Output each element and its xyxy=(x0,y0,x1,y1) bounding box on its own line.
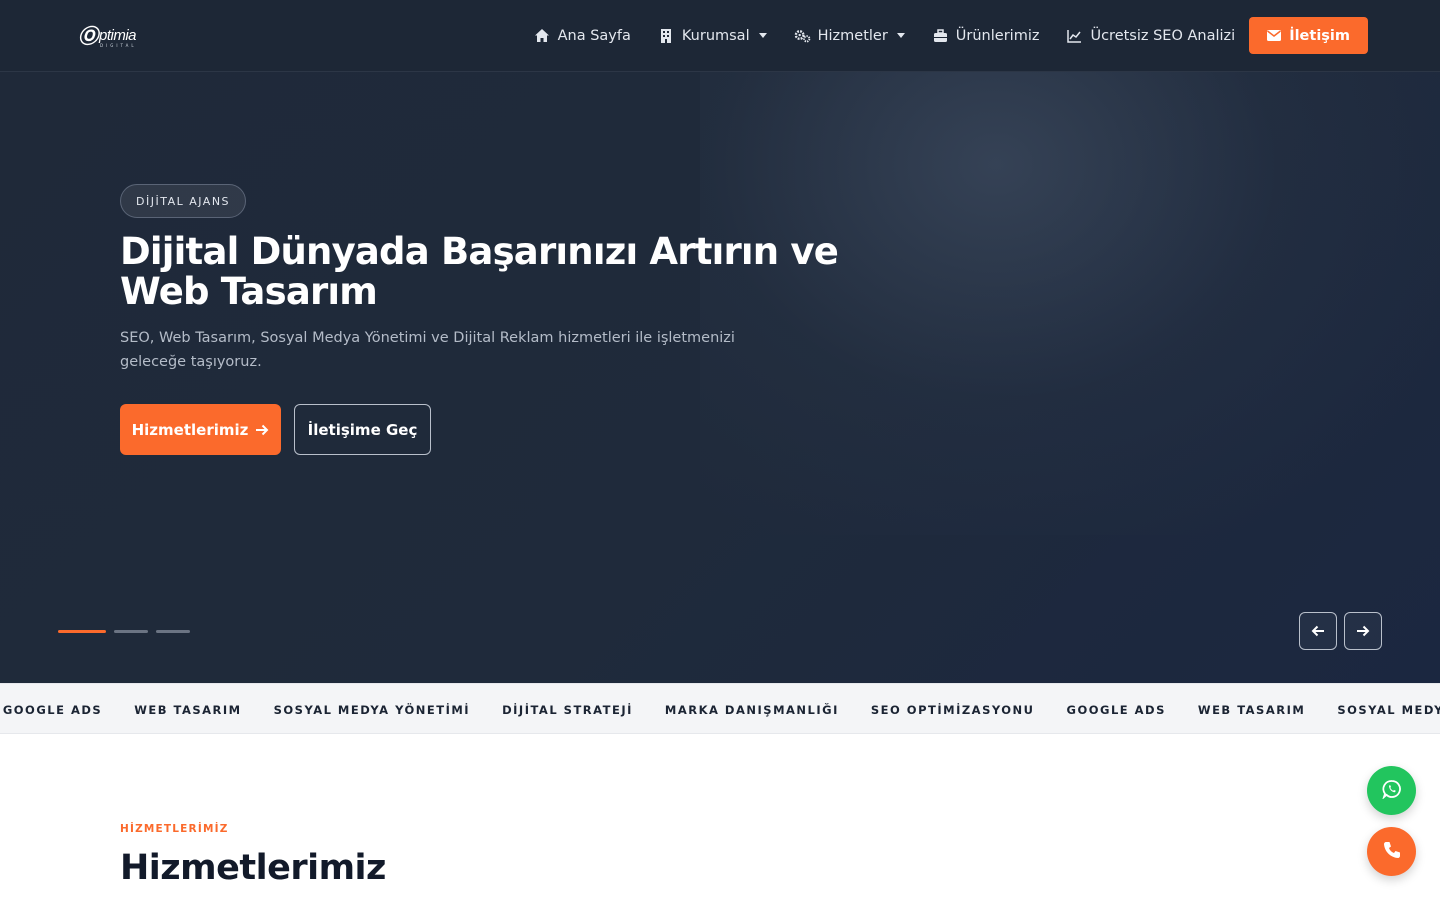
section-kicker: HİZMETLERİMİZ xyxy=(120,823,229,835)
slide-dot-2[interactable] xyxy=(114,630,148,633)
nav-item-services-label: Hizmetler xyxy=(817,27,888,44)
services-ticker: U GOOGLE ADS WEB TASARIM SOSYAL MEDYA YÖ… xyxy=(0,683,1440,734)
nav-item-home[interactable]: Ana Sayfa xyxy=(534,27,631,44)
chevron-down-icon xyxy=(896,33,905,38)
hero-title: Dijital Dünyada Başarınızı Artırın ve We… xyxy=(120,230,839,313)
ticker-track: U GOOGLE ADS WEB TASARIM SOSYAL MEDYA YÖ… xyxy=(0,684,1440,733)
services-button[interactable]: Hizmetlerimiz xyxy=(120,404,281,455)
hero-slider: DİJİTAL AJANS Dijital Dünyada Başarınızı… xyxy=(0,72,1440,683)
nav-item-corporate-label: Kurumsal xyxy=(681,27,750,44)
slider-next-button[interactable] xyxy=(1344,612,1382,650)
nav-item-services[interactable]: Hizmetler xyxy=(794,27,905,44)
logo-subtext: DIGITAL xyxy=(100,43,137,48)
building-icon xyxy=(658,27,675,44)
ticker-item: WEB TASARIM xyxy=(134,702,242,717)
slide-dot-1[interactable] xyxy=(58,630,106,633)
ticker-item: SOSYAL MEDYA YÖNETİMİ xyxy=(273,702,471,717)
slider-prev-button[interactable] xyxy=(1299,612,1337,650)
home-icon xyxy=(534,27,551,44)
logo[interactable]: Ⓞ ptimia DIGITAL xyxy=(78,24,137,48)
logo-mark-icon: Ⓞ xyxy=(78,24,98,48)
ticker-item: SOSYAL MEDYA YÖNETİMİ xyxy=(1337,702,1440,717)
arrow-right-icon xyxy=(1356,622,1370,641)
nav-item-seo-analysis-label: Ücretsiz SEO Analizi xyxy=(1090,27,1236,44)
slider-pagination xyxy=(58,630,198,633)
gears-icon xyxy=(794,27,811,44)
section-title: Hizmetlerimiz xyxy=(120,848,386,888)
contact-button-label: İletişim xyxy=(1289,27,1350,44)
nav-item-corporate[interactable]: Kurumsal xyxy=(658,27,767,44)
ticker-item: SEO OPTİMİZASYONU xyxy=(870,702,1035,717)
services-button-label: Hizmetlerimiz xyxy=(131,420,249,439)
ticker-item: WEB TASARIM xyxy=(1197,702,1306,717)
hero-badge: DİJİTAL AJANS xyxy=(120,184,247,218)
chart-line-icon xyxy=(1066,27,1083,44)
nav-item-products[interactable]: Ürünlerimiz xyxy=(932,27,1040,44)
contact-us-button-label: İletişime Geç xyxy=(307,420,418,439)
whatsapp-button[interactable] xyxy=(1367,766,1416,815)
contact-us-button[interactable]: İletişime Geç xyxy=(294,404,431,455)
ticker-item: MARKA DANIŞMANLIĞI xyxy=(664,702,839,717)
arrow-left-icon xyxy=(1311,622,1325,641)
main-nav: Ana Sayfa Kurumsal Hizmetler Ürünlerimiz xyxy=(507,17,1368,54)
ticker-item: DİJİTAL STRATEJİ xyxy=(502,702,633,717)
phone-button[interactable] xyxy=(1367,827,1416,876)
ticker-item: GOOGLE ADS xyxy=(1066,702,1166,717)
nav-item-products-label: Ürünlerimiz xyxy=(955,27,1040,44)
briefcase-icon xyxy=(932,27,949,44)
hero-subtitle: SEO, Web Tasarım, Sosyal Medya Yönetimi … xyxy=(120,330,735,370)
nav-item-home-label: Ana Sayfa xyxy=(557,27,631,44)
ticker-item: GOOGLE ADS xyxy=(2,702,103,717)
arrow-right-icon xyxy=(255,424,269,436)
phone-icon xyxy=(1382,840,1402,864)
nav-item-seo-analysis[interactable]: Ücretsiz SEO Analizi xyxy=(1066,27,1235,44)
whatsapp-icon xyxy=(1381,779,1402,803)
contact-button[interactable]: İletişim xyxy=(1249,17,1368,54)
site-header: Ⓞ ptimia DIGITAL Ana Sayfa Kurumsal Hizm… xyxy=(0,0,1440,72)
envelope-icon xyxy=(1267,30,1282,41)
slide-dot-3[interactable] xyxy=(156,630,190,633)
chevron-down-icon xyxy=(758,33,767,38)
